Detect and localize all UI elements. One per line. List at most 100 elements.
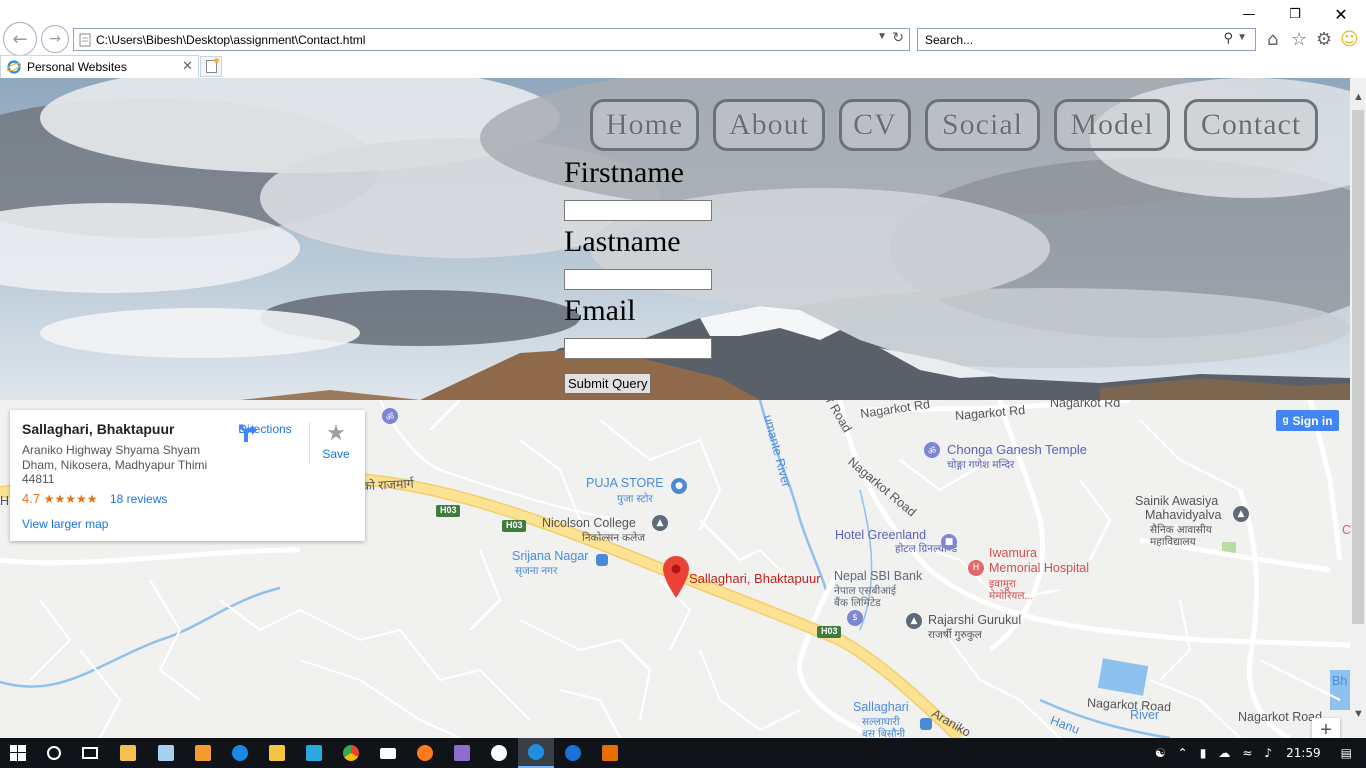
favorites-star-icon[interactable]: ☆ — [1291, 29, 1307, 50]
edge-label-bh: Bh — [1332, 674, 1348, 688]
poi-iwamura-np2: मेमोरियल... — [989, 590, 1034, 602]
zoom-in-button[interactable]: + — [1312, 718, 1340, 738]
task-view-button[interactable] — [72, 738, 108, 768]
poi-srijana-nagar[interactable]: Srijana Nagar — [512, 549, 588, 563]
new-tab-button[interactable] — [200, 56, 222, 77]
poi-puja-store[interactable]: PUJA STORE — [586, 476, 664, 490]
tab-personal-websites[interactable]: Personal Websites ✕ — [0, 55, 199, 78]
temple-poi-icon-2[interactable]: ॐ — [382, 408, 398, 424]
taskbar-java[interactable] — [592, 738, 628, 768]
back-button[interactable]: ← — [3, 22, 37, 56]
address-text: C:\Users\Bibesh\Desktop\assignment\Conta… — [96, 32, 366, 47]
address-bar[interactable]: C:\Users\Bibesh\Desktop\assignment\Conta… — [73, 28, 910, 51]
card-divider — [309, 422, 310, 464]
taskbar-notepad[interactable] — [148, 738, 184, 768]
firstname-input[interactable] — [564, 200, 712, 221]
taskbar-sublime[interactable] — [185, 738, 221, 768]
clock[interactable]: 21:59 — [1286, 746, 1321, 760]
minimize-icon[interactable]: — — [1226, 4, 1272, 24]
forward-button[interactable]: → — [41, 25, 69, 53]
map-pin-icon[interactable] — [663, 556, 689, 598]
store-poi-icon[interactable]: ● — [671, 478, 687, 494]
taskbar-chrome[interactable] — [333, 738, 369, 768]
poi-sallaghari-bus[interactable]: Sallaghari — [853, 700, 909, 714]
nav-about[interactable]: About — [713, 99, 825, 151]
bus-poi-icon[interactable] — [596, 554, 608, 566]
directions-button[interactable]: Directions — [236, 422, 294, 442]
firefox-icon — [417, 745, 433, 761]
feedback-smiley-icon[interactable]: ☺ — [1340, 29, 1359, 50]
school-poi-icon-3[interactable]: ▲ — [1233, 506, 1249, 522]
nav-model[interactable]: Model — [1054, 99, 1170, 151]
task-view-icon — [82, 747, 98, 759]
wifi-icon[interactable]: ≈ — [1242, 746, 1252, 760]
page-scrollbar[interactable]: ▲ ▼ — [1350, 78, 1366, 738]
submit-button[interactable]: Submit Query — [564, 373, 652, 394]
h03-shield-3: H03 — [821, 626, 838, 636]
taskbar-store[interactable] — [110, 738, 146, 768]
taskbar-teamviewer[interactable] — [555, 738, 591, 768]
search-placeholder: Search... — [925, 32, 974, 47]
poi-nicolson-college[interactable]: Nicolson College — [542, 516, 636, 530]
taskbar-explorer[interactable] — [259, 738, 295, 768]
poi-sainik-1[interactable]: Sainik Awasiya — [1135, 494, 1218, 508]
taskbar-winrar[interactable] — [444, 738, 480, 768]
scroll-up-icon[interactable]: ▲ — [1353, 91, 1364, 103]
notifications-icon[interactable]: ▤ — [1341, 746, 1352, 760]
nav-contact[interactable]: Contact — [1184, 99, 1318, 151]
poi-sainik-2[interactable]: Mahavidyalva — [1145, 508, 1221, 522]
school-poi-icon[interactable]: ▲ — [652, 515, 668, 531]
search-dropdown-icon[interactable]: ▼ — [1237, 32, 1247, 43]
hotel-poi-icon[interactable]: ■ — [941, 534, 957, 550]
start-button[interactable] — [0, 738, 36, 768]
refresh-icon[interactable]: ↻ — [892, 30, 904, 46]
volume-icon[interactable]: ♪ — [1264, 746, 1272, 760]
nav-cv[interactable]: CV — [839, 99, 911, 151]
scroll-down-icon[interactable]: ▼ — [1353, 708, 1364, 720]
google-map[interactable]: H03 H03 H03 Nagarkot Rd Nagarkot Rd Naga… — [0, 400, 1350, 738]
email-input[interactable] — [564, 338, 712, 359]
cloud-icon[interactable]: ☁ — [1218, 746, 1230, 760]
poi-chonga-ganesh[interactable]: Chonga Ganesh Temple — [947, 442, 1087, 457]
hospital-poi-icon[interactable]: H — [968, 560, 984, 576]
poi-iwamura-2[interactable]: Memorial Hospital — [989, 561, 1089, 575]
close-icon[interactable]: ✕ — [1318, 4, 1364, 24]
people-icon[interactable]: ☯ — [1155, 746, 1166, 760]
save-button[interactable]: ★ Save — [318, 422, 354, 462]
search-input[interactable]: Search... ⚲ ▼ — [917, 28, 1256, 51]
cortana-button[interactable] — [36, 738, 72, 768]
nav-social[interactable]: Social — [925, 99, 1040, 151]
tab-close-icon[interactable]: ✕ — [182, 58, 193, 74]
address-dropdown-icon[interactable]: ▼ — [877, 31, 887, 42]
school-poi-icon-2[interactable]: ▲ — [906, 613, 922, 629]
taskbar-mail[interactable] — [370, 738, 406, 768]
nav-home[interactable]: Home — [590, 99, 699, 151]
temple-poi-icon[interactable]: ॐ — [924, 442, 940, 458]
rating-stars-icon: ★★★★★ — [43, 492, 98, 506]
tray-chevron-icon[interactable]: ⌃ — [1178, 746, 1188, 760]
search-icon[interactable]: ⚲ — [1223, 31, 1233, 46]
taskbar-media[interactable] — [481, 738, 517, 768]
bank-poi-icon[interactable]: $ — [847, 610, 863, 626]
poi-hotel-greenland[interactable]: Hotel Greenland — [835, 528, 926, 542]
restore-icon[interactable]: ❐ — [1272, 4, 1318, 24]
highway-label-rajmarg: को राजमार्ग — [361, 476, 415, 494]
poi-rajarshi-gurukul[interactable]: Rajarshi Gurukul — [928, 613, 1021, 627]
lastname-input[interactable] — [564, 269, 712, 290]
taskbar-app[interactable] — [296, 738, 332, 768]
taskbar-firefox[interactable] — [407, 738, 443, 768]
view-larger-map-link[interactable]: View larger map — [22, 517, 108, 531]
battery-icon[interactable]: ▮ — [1200, 746, 1207, 760]
home-icon[interactable]: ⌂ — [1267, 29, 1278, 50]
taskbar-ie[interactable] — [518, 738, 554, 768]
taskbar-edge[interactable] — [222, 738, 258, 768]
bus-poi-icon-2[interactable] — [920, 718, 932, 730]
map-signin-button[interactable]: g Sign in — [1276, 410, 1339, 431]
poi-nepal-sbi[interactable]: Nepal SBI Bank — [834, 569, 922, 583]
reviews-link[interactable]: 18 reviews — [110, 492, 167, 506]
poi-sallaghari-np2: बस बिसौनी — [862, 728, 906, 738]
ie-favicon-icon — [7, 60, 21, 74]
scroll-thumb[interactable] — [1352, 110, 1364, 624]
settings-gear-icon[interactable]: ⚙ — [1316, 29, 1332, 50]
poi-iwamura-1[interactable]: Iwamura — [989, 546, 1037, 560]
